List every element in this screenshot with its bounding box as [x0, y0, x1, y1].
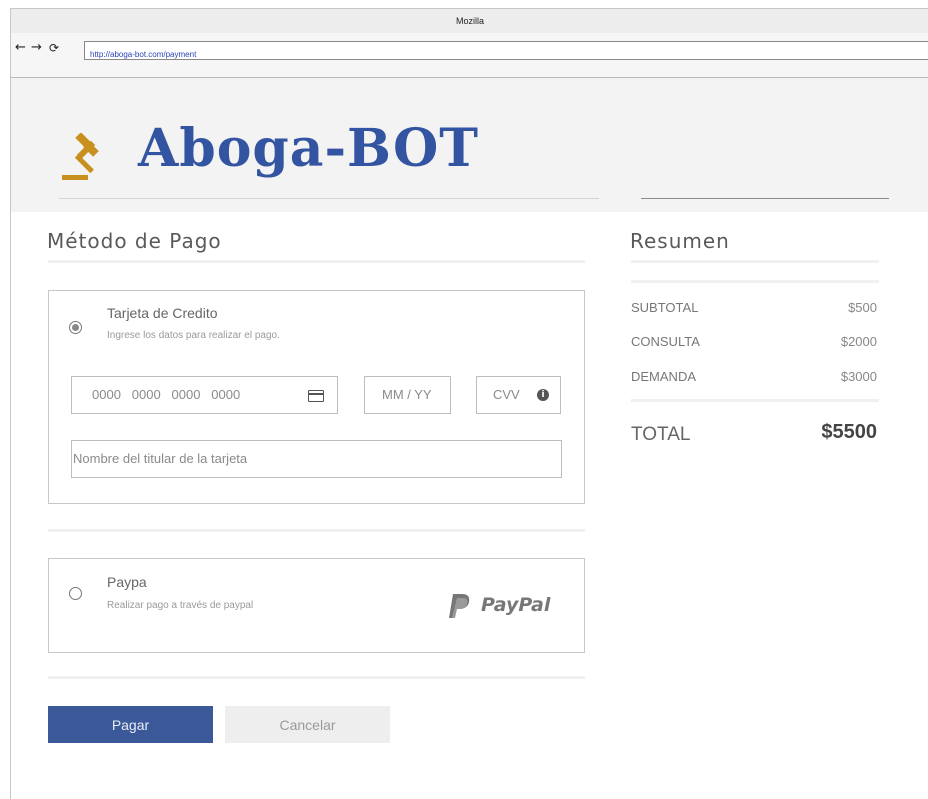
paypal-p-icon: [449, 594, 470, 618]
credit-card-option[interactable]: Tarjeta de Credito Ingrese los datos par…: [48, 290, 585, 504]
summary-total-divider: [631, 399, 879, 402]
summary-row-label: CONSULTA: [631, 334, 700, 349]
total-value: $5500: [821, 421, 877, 443]
card-holder-placeholder: Nombre del titular de la tarjeta: [73, 451, 248, 466]
paypal-option-subtitle: Realizar pago a través de paypal: [107, 600, 254, 611]
paypal-option[interactable]: Paypa Realizar pago a través de paypal P…: [48, 558, 585, 653]
window-title: Mozilla: [455, 16, 484, 26]
payment-title-divider: [48, 260, 585, 263]
address-bar[interactable]: http://aboga-bot.com/payment: [84, 41, 928, 60]
cvv-input[interactable]: CVV i: [476, 376, 561, 414]
forward-arrow-icon[interactable]: →: [31, 41, 42, 55]
expiry-input[interactable]: MM / YY: [364, 376, 451, 414]
card-option-title: Tarjeta de Credito: [107, 305, 218, 321]
info-icon[interactable]: i: [537, 389, 549, 401]
summary-row: SUBTOTAL $500: [631, 300, 877, 320]
summary-row-value: $3000: [840, 369, 877, 384]
summary-top-divider: [631, 280, 879, 283]
summary-row: DEMANDA $3000: [631, 369, 877, 389]
browser-navbar: ← → ⟳ http://aboga-bot.com/payment: [11, 33, 928, 78]
brand-logo-text[interactable]: Aboga-BOT: [138, 118, 479, 179]
paypal-logo: PayPal: [449, 592, 559, 622]
browser-window: Mozilla ← → ⟳ http://aboga-bot.com/payme…: [10, 8, 928, 799]
payment-method-title: Método de Pago: [47, 229, 222, 253]
summary-row-value: $2000: [840, 334, 877, 349]
gavel-icon: [62, 133, 99, 180]
window-titlebar: Mozilla: [11, 9, 928, 33]
card-option-subtitle: Ingrese los datos para realizar el pago.: [107, 330, 280, 341]
paypal-radio[interactable]: [69, 587, 82, 600]
summary-row-label: SUBTOTAL: [631, 300, 699, 315]
summary-row-label: DEMANDA: [631, 369, 697, 384]
expiry-placeholder: MM / YY: [382, 387, 432, 402]
header-divider: [59, 198, 599, 199]
summary-row: CONSULTA $2000: [631, 334, 877, 354]
summary-row-value: $500: [848, 300, 877, 315]
paypal-option-title: Paypa: [107, 574, 147, 590]
card-radio[interactable]: [69, 321, 82, 334]
card-holder-input[interactable]: Nombre del titular de la tarjeta: [71, 440, 562, 478]
total-label: TOTAL: [631, 424, 691, 445]
option-divider: [48, 529, 585, 532]
summary-title-divider: [631, 260, 879, 263]
cancel-button[interactable]: Cancelar: [225, 706, 390, 743]
card-number-placeholder: 0000 0000 0000 0000: [92, 387, 241, 402]
back-arrow-icon[interactable]: ←: [15, 41, 26, 55]
credit-card-icon: [308, 390, 324, 402]
reload-icon[interactable]: ⟳: [49, 41, 59, 55]
paypal-logo-text: PayPal: [481, 594, 551, 616]
pay-button[interactable]: Pagar: [48, 706, 213, 743]
actions-divider: [48, 676, 585, 679]
header-divider-right: [641, 198, 889, 199]
address-url: http://aboga-bot.com/payment: [90, 50, 197, 59]
cvv-placeholder: CVV: [493, 387, 520, 402]
summary-title: Resumen: [630, 229, 730, 253]
site-header: Aboga-BOT: [11, 78, 928, 212]
card-number-input[interactable]: 0000 0000 0000 0000: [71, 376, 338, 414]
